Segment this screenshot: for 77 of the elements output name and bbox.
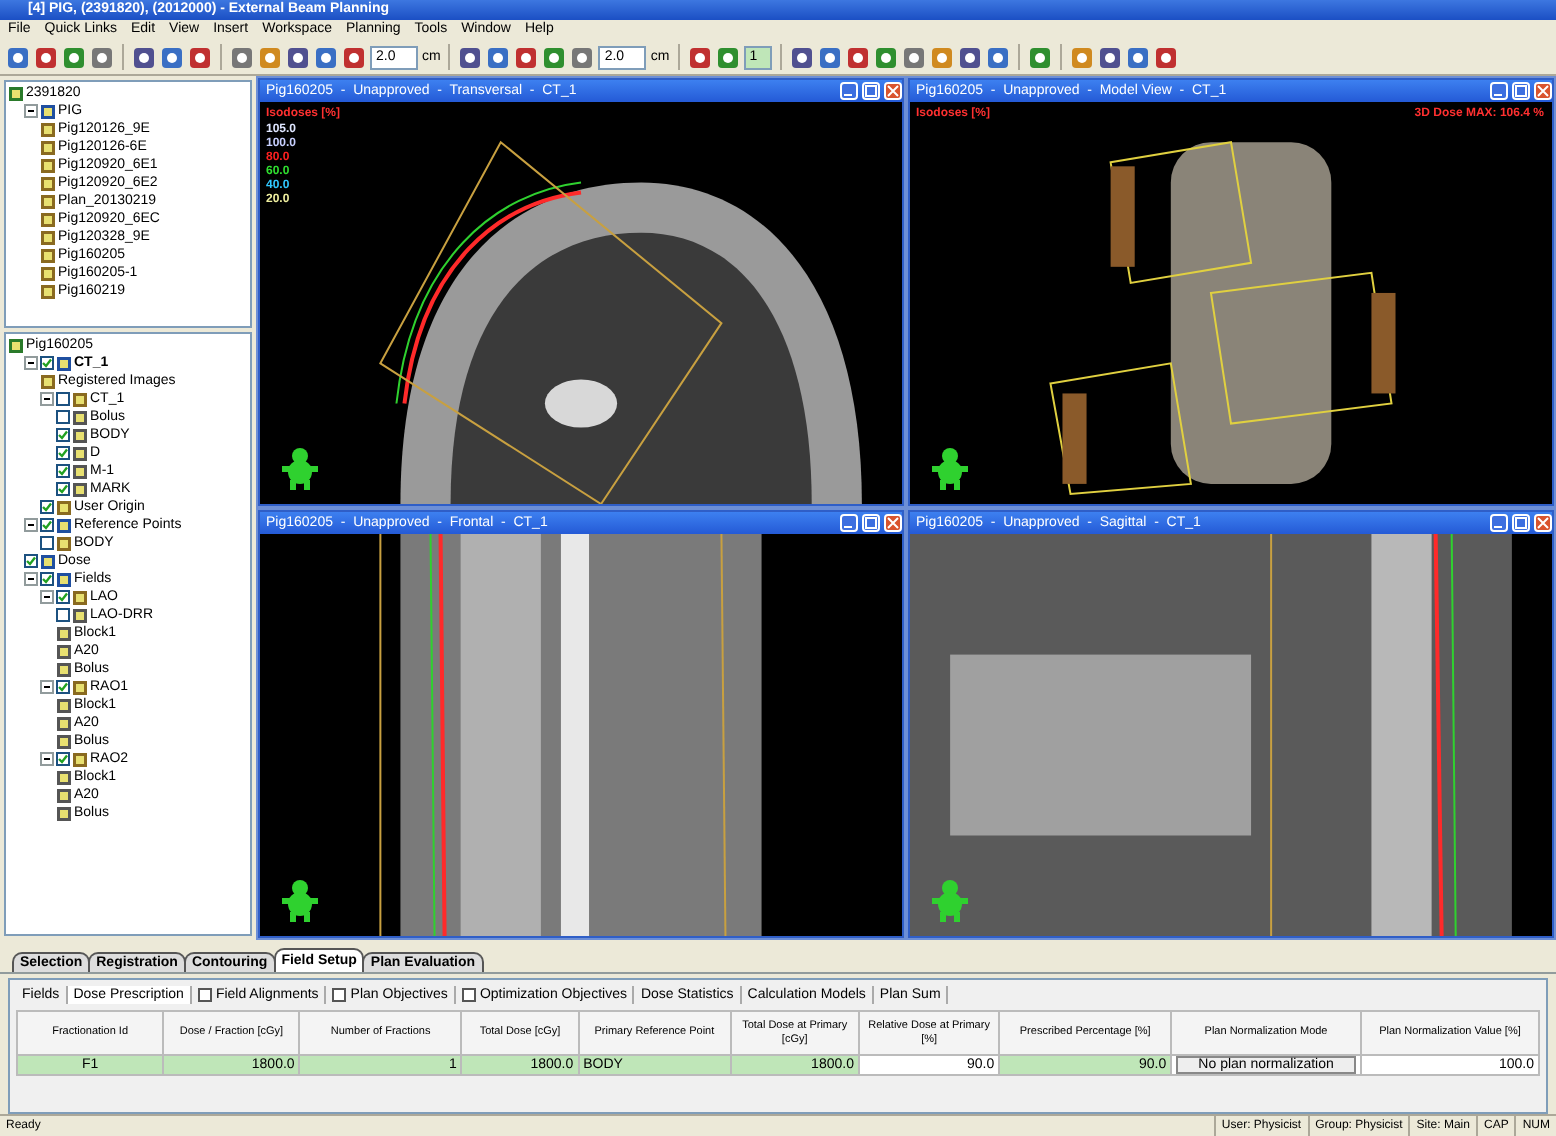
checkbox[interactable]: [197, 988, 212, 1002]
tool-icon[interactable]: [985, 45, 1010, 69]
checkbox[interactable]: [56, 392, 70, 406]
tool-icon[interactable]: [486, 45, 511, 69]
maximize-icon: [1514, 84, 1528, 98]
checkbox[interactable]: [332, 988, 347, 1002]
checkbox[interactable]: [56, 428, 70, 442]
close-button[interactable]: [884, 82, 902, 100]
tool-icon[interactable]: [817, 45, 842, 69]
tool-icon[interactable]: [570, 45, 595, 69]
item-icon: [8, 337, 24, 353]
checkbox[interactable]: [56, 752, 70, 766]
maximize-button[interactable]: [1512, 82, 1530, 100]
collapse-icon[interactable]: [40, 680, 54, 694]
maximize-button[interactable]: [862, 82, 880, 100]
checkbox[interactable]: [40, 536, 54, 550]
close-icon: [886, 84, 900, 98]
close-button[interactable]: [1534, 82, 1552, 100]
minimize-button[interactable]: [840, 82, 858, 100]
maximize-icon: [864, 84, 878, 98]
tool-icon[interactable]: [34, 45, 58, 69]
close-icon: [1536, 516, 1550, 530]
collapse-icon[interactable]: [24, 104, 38, 118]
maximize-icon: [864, 516, 878, 530]
minimize-button[interactable]: [840, 514, 858, 532]
minimize-button[interactable]: [1490, 82, 1508, 100]
collapse-icon[interactable]: [24, 518, 38, 532]
tool-icon[interactable]: [1027, 45, 1052, 69]
checkbox[interactable]: [40, 500, 54, 514]
checkbox[interactable]: [56, 482, 70, 496]
tool-icon[interactable]: [342, 45, 366, 69]
collapse-icon[interactable]: [40, 752, 54, 766]
checkbox[interactable]: [56, 590, 70, 604]
tool-icon[interactable]: [715, 45, 740, 69]
collapse-icon[interactable]: [40, 392, 54, 406]
checkbox[interactable]: [56, 464, 70, 478]
close-icon: [886, 516, 900, 530]
tool-icon[interactable]: [160, 45, 184, 69]
tool-icon[interactable]: [901, 45, 926, 69]
tool-icon[interactable]: [1125, 45, 1150, 69]
tool-icon[interactable]: [458, 45, 483, 69]
close-button[interactable]: [884, 514, 902, 532]
tool-icon[interactable]: [789, 45, 814, 69]
checkbox[interactable]: [56, 410, 70, 424]
checkbox[interactable]: [40, 356, 54, 370]
tool-icon[interactable]: [514, 45, 539, 69]
collapse-icon[interactable]: [40, 590, 54, 604]
minimize-button[interactable]: [1490, 514, 1508, 532]
tool-icon[interactable]: [188, 45, 212, 69]
tool-icon[interactable]: [873, 45, 898, 69]
tool-icon[interactable]: [230, 45, 254, 69]
checkbox[interactable]: [56, 608, 70, 622]
checkbox[interactable]: [24, 554, 38, 568]
tool-icon[interactable]: [845, 45, 870, 69]
tool-icon[interactable]: [90, 45, 114, 69]
close-button[interactable]: [1534, 514, 1552, 532]
tool-icon[interactable]: [286, 45, 310, 69]
tool-icon[interactable]: [687, 45, 712, 69]
collapse-icon[interactable]: [24, 356, 38, 370]
tool-icon[interactable]: [314, 45, 338, 69]
checkbox[interactable]: [56, 446, 70, 460]
close-icon: [1536, 84, 1550, 98]
tool-icon[interactable]: [1153, 45, 1178, 69]
collapse-icon[interactable]: [24, 572, 38, 586]
tool-icon[interactable]: [542, 45, 567, 69]
tool-icon[interactable]: [62, 45, 86, 69]
tool-icon[interactable]: [1097, 45, 1122, 69]
tool-icon[interactable]: [132, 45, 156, 69]
maximize-button[interactable]: [1512, 514, 1530, 532]
tool-icon[interactable]: [957, 45, 982, 69]
checkbox[interactable]: [461, 988, 476, 1002]
checkbox[interactable]: [40, 572, 54, 586]
maximize-icon: [1514, 516, 1528, 530]
tool-icon[interactable]: [6, 45, 30, 69]
maximize-button[interactable]: [862, 514, 880, 532]
checkbox[interactable]: [40, 518, 54, 532]
checkbox[interactable]: [56, 680, 70, 694]
